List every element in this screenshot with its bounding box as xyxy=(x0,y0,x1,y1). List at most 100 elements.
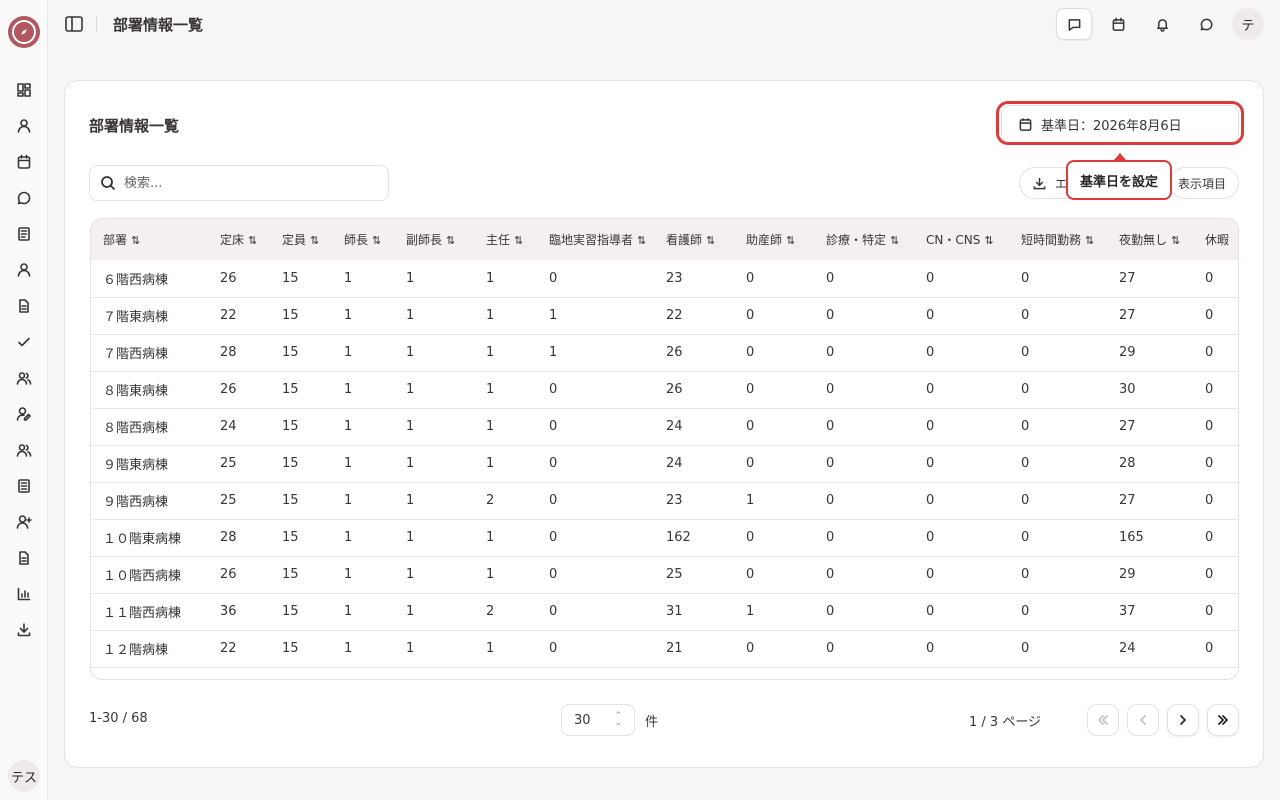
column-header-label: 主任 xyxy=(486,233,511,247)
sort-icon[interactable]: ⇅ xyxy=(984,234,993,247)
user-icon[interactable] xyxy=(14,116,34,136)
table-cell: 0 xyxy=(746,641,755,656)
chat-bubble-icon[interactable] xyxy=(1188,8,1224,40)
calendar-icon[interactable] xyxy=(14,152,34,172)
column-header[interactable]: 診療・特定 ⇅ xyxy=(814,219,914,260)
table-cell: 0 xyxy=(746,270,755,286)
sort-icon[interactable]: ⇅ xyxy=(248,234,257,247)
table-cell: 0 xyxy=(549,641,558,656)
table-cell: 0 xyxy=(549,604,558,619)
first-page-button[interactable] xyxy=(1087,704,1119,736)
person-icon[interactable] xyxy=(14,260,34,280)
column-header[interactable]: 看護師 ⇅ xyxy=(654,219,734,260)
column-header[interactable]: 臨地実習指導者 ⇅ xyxy=(537,219,654,260)
table-row[interactable]: １０階東病棟 28 15 1 1 1 0 162 0 0 0 0 165 0 xyxy=(91,519,1238,556)
column-header[interactable]: 部署 ⇅ xyxy=(91,219,208,260)
table-cell: 0 xyxy=(1021,604,1030,619)
column-header[interactable]: 師長 ⇅ xyxy=(332,219,394,260)
table-row[interactable]: ７階東病棟 22 15 1 1 1 1 22 0 0 0 0 27 0 xyxy=(91,297,1238,334)
users-icon[interactable] xyxy=(14,368,34,388)
table-row[interactable]: ８階西病棟 24 15 1 1 1 0 24 0 0 0 0 27 0 xyxy=(91,408,1238,445)
document-icon[interactable] xyxy=(14,224,34,244)
table-cell: 1 xyxy=(406,382,415,397)
table-cell: 1 xyxy=(344,641,353,656)
table-row[interactable]: ８階東病棟 26 15 1 1 1 0 26 0 0 0 0 30 0 xyxy=(91,371,1238,408)
table-cell: 15 xyxy=(282,270,299,286)
message-square-icon[interactable] xyxy=(1056,8,1092,40)
column-header[interactable]: 休暇 xyxy=(1193,219,1238,260)
app-logo[interactable] xyxy=(8,16,40,48)
file-icon[interactable] xyxy=(14,296,34,316)
user-edit-icon[interactable] xyxy=(14,404,34,424)
table-cell: 0 xyxy=(746,419,755,434)
sort-icon[interactable]: ⇅ xyxy=(1171,234,1180,247)
column-header[interactable]: 夜勤無し ⇅ xyxy=(1107,219,1193,260)
dashboard-icon[interactable] xyxy=(14,80,34,100)
sort-icon[interactable]: ⇅ xyxy=(372,234,381,247)
table-row[interactable]: １１階西病棟 36 15 1 1 2 0 31 1 0 0 0 37 0 xyxy=(91,593,1238,630)
bell-icon[interactable] xyxy=(1144,8,1180,40)
sort-icon[interactable]: ⇅ xyxy=(706,234,715,247)
table-cell: 0 xyxy=(1021,345,1030,360)
table-cell: 0 xyxy=(1205,345,1214,360)
table-row[interactable]: ７階西病棟 28 15 1 1 1 1 26 0 0 0 0 29 0 xyxy=(91,334,1238,371)
column-header[interactable]: 定床 ⇅ xyxy=(208,219,270,260)
sort-icon[interactable]: ⇅ xyxy=(446,234,455,247)
table-cell: 1 xyxy=(406,270,415,286)
table-row[interactable]: １２階病棟 22 15 1 1 1 0 21 0 0 0 0 24 0 xyxy=(91,630,1238,667)
table-cell: 15 xyxy=(282,456,299,471)
page-size-select[interactable]: 30 ⌃ ⌄ xyxy=(561,704,635,736)
search-input[interactable] xyxy=(124,175,374,191)
display-columns-button[interactable]: 表示項目 xyxy=(1169,167,1239,199)
list-icon[interactable] xyxy=(14,476,34,496)
sidebar-toggle-icon[interactable] xyxy=(64,14,84,34)
table-cell: 26 xyxy=(220,270,237,286)
search-icon xyxy=(101,176,116,191)
column-header[interactable]: 副師長 ⇅ xyxy=(394,219,474,260)
table-row[interactable]: １０階西病棟 26 15 1 1 1 0 25 0 0 0 0 29 0 xyxy=(91,556,1238,593)
table-cell: 0 xyxy=(826,456,835,471)
check-icon[interactable] xyxy=(14,332,34,352)
table-cell: 0 xyxy=(926,604,935,619)
sort-icon[interactable]: ⇅ xyxy=(310,234,319,247)
sort-icon[interactable]: ⇅ xyxy=(637,234,646,247)
user-plus-icon[interactable] xyxy=(14,512,34,532)
chart-icon[interactable] xyxy=(14,584,34,604)
table-cell: 23 xyxy=(666,493,683,508)
department-name-cell: ９階東病棟 xyxy=(103,458,169,473)
user-avatar[interactable]: テス xyxy=(8,760,40,792)
sort-icon[interactable]: ⇅ xyxy=(1085,234,1094,247)
calendar-icon[interactable] xyxy=(1100,8,1136,40)
table-row[interactable]: ６階西病棟 26 15 1 1 1 0 23 0 0 0 0 27 0 xyxy=(91,260,1238,297)
prev-page-button[interactable] xyxy=(1127,704,1159,736)
table-cell: 0 xyxy=(1021,456,1030,471)
sort-icon[interactable]: ⇅ xyxy=(786,234,795,247)
base-date-button[interactable]: 基準日：2026年8月6日 xyxy=(1001,105,1239,143)
search-box[interactable] xyxy=(89,165,389,201)
column-header[interactable]: CN・CNS ⇅ xyxy=(914,219,1009,260)
column-header-label: 副師長 xyxy=(406,233,443,247)
chat-icon[interactable] xyxy=(14,188,34,208)
table-row[interactable]: ９階西病棟 25 15 1 1 2 0 23 1 0 0 0 27 0 xyxy=(91,482,1238,519)
download-icon[interactable] xyxy=(14,620,34,640)
column-header[interactable]: 短時間勤務 ⇅ xyxy=(1009,219,1107,260)
table-cell: 2 xyxy=(486,604,495,619)
table-cell: 1 xyxy=(746,493,755,508)
table-cell: 0 xyxy=(826,567,835,582)
next-page-button[interactable] xyxy=(1167,704,1199,736)
sort-icon[interactable]: ⇅ xyxy=(131,234,140,247)
column-header[interactable]: 助産師 ⇅ xyxy=(734,219,814,260)
department-name-cell: ６階西病棟 xyxy=(103,272,169,288)
table-row[interactable]: ９階東病棟 25 15 1 1 1 0 24 0 0 0 0 28 0 xyxy=(91,445,1238,482)
group-icon[interactable] xyxy=(14,440,34,460)
table-cell: 0 xyxy=(549,567,558,582)
column-header[interactable]: 定員 ⇅ xyxy=(270,219,332,260)
table-cell: 0 xyxy=(826,419,835,434)
sort-icon[interactable]: ⇅ xyxy=(514,234,523,247)
last-page-button[interactable] xyxy=(1207,704,1239,736)
column-header[interactable]: 主任 ⇅ xyxy=(474,219,537,260)
sort-icon[interactable]: ⇅ xyxy=(890,234,899,247)
file-text-icon[interactable] xyxy=(14,548,34,568)
user-avatar[interactable]: テ xyxy=(1232,8,1264,40)
top-actions: テ xyxy=(1056,8,1264,40)
